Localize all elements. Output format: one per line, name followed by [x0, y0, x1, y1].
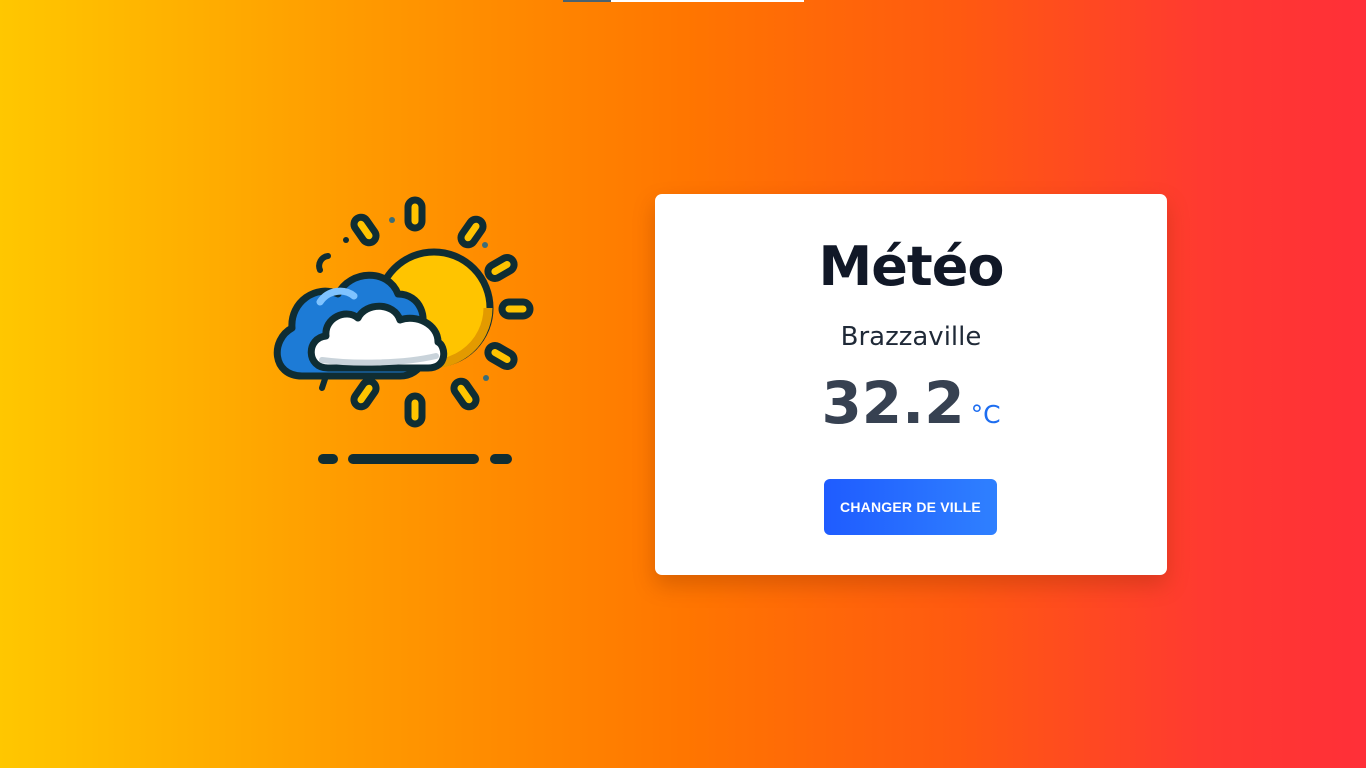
top-tab-active-segment — [563, 0, 611, 2]
temperature-value: 32.2 — [821, 369, 965, 437]
change-city-button[interactable]: CHANGER DE VILLE — [824, 479, 997, 535]
city-name: Brazzaville — [840, 322, 982, 352]
top-tab-track — [611, 0, 804, 2]
weather-card: Météo Brazzaville 32.2 °C CHANGER DE VIL… — [655, 194, 1167, 575]
temperature-display: 32.2 °C — [655, 368, 1167, 438]
temperature-unit: °C — [970, 400, 1001, 429]
top-tab-indicator — [563, 0, 804, 2]
partly-cloudy-sun-icon — [262, 190, 552, 480]
page-title: Météo — [818, 235, 1005, 298]
